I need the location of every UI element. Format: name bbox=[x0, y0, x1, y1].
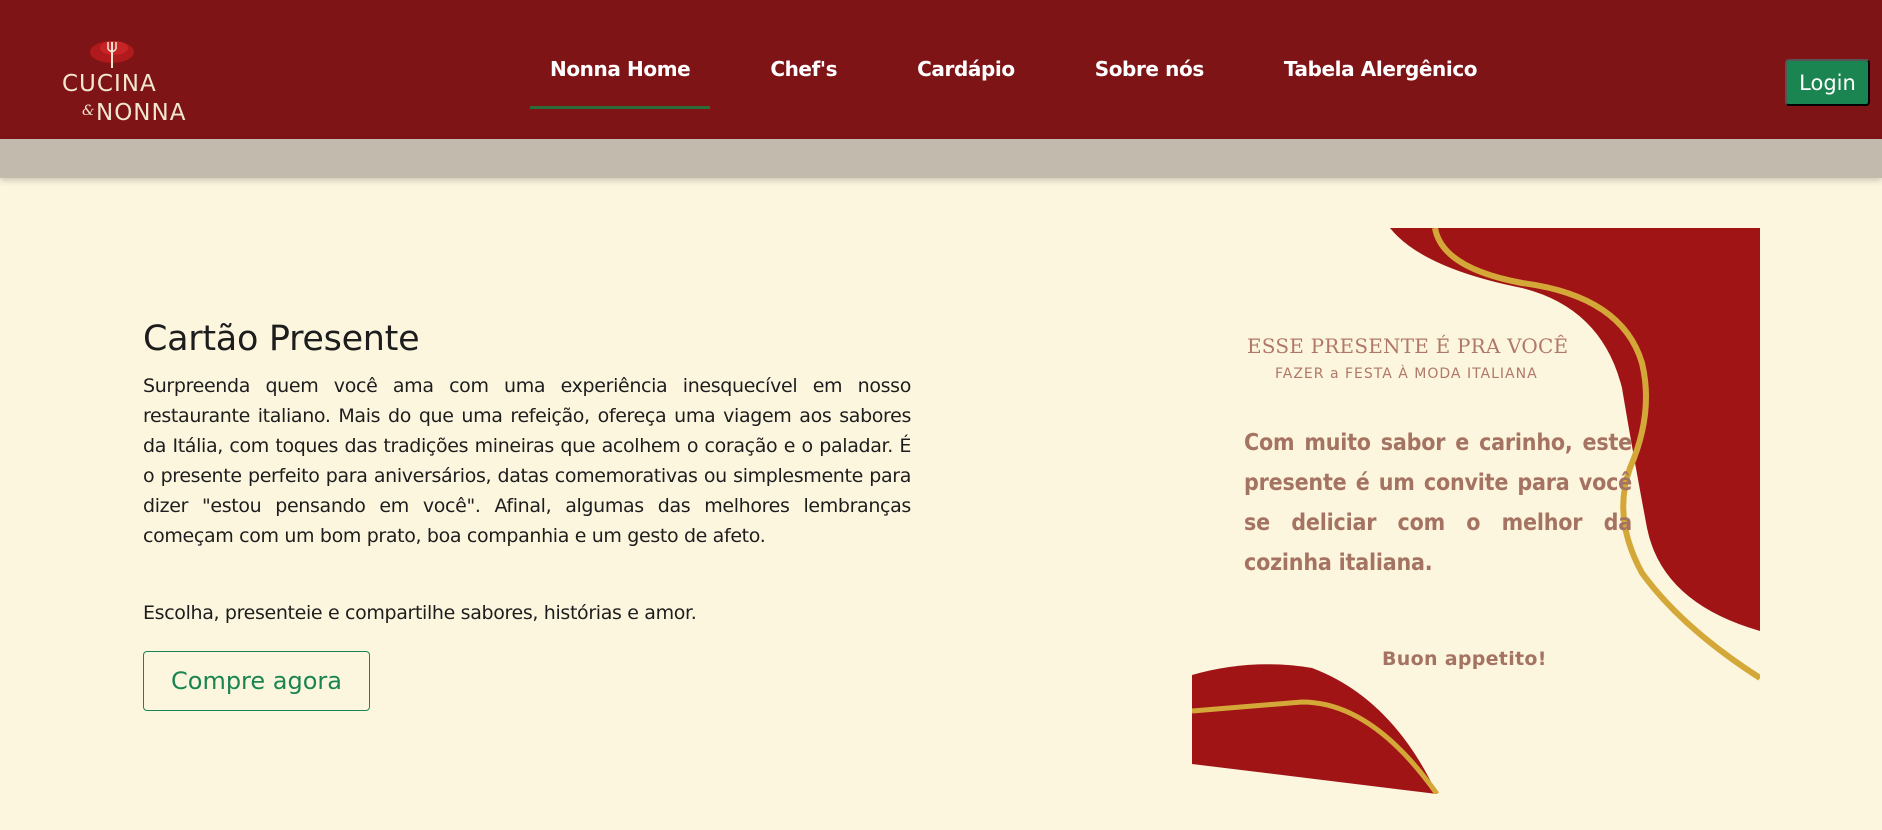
gift-card-image: ESSE PRESENTE É PRA VOCÊ FAZER a FESTA À… bbox=[1192, 228, 1760, 794]
card-subheading: FAZER a FESTA À MODA ITALIANA bbox=[1275, 366, 1538, 382]
header-divider-band bbox=[0, 139, 1882, 178]
svg-text:NONNA: NONNA bbox=[96, 100, 186, 126]
nav-item-cardapio[interactable]: Cardápio bbox=[897, 0, 1035, 139]
navbar: CUCINA & NONNA Nonna Home Chef's Cardápi… bbox=[0, 0, 1882, 139]
page-title: Cartão Presente bbox=[143, 319, 420, 359]
gift-tagline: Escolha, presenteie e compartilhe sabore… bbox=[143, 602, 697, 624]
main-nav: Nonna Home Chef's Cardápio Sobre nós Tab… bbox=[530, 0, 1537, 139]
card-message: Com muito sabor e carinho, este presente… bbox=[1244, 430, 1632, 576]
nav-item-sobre-nos[interactable]: Sobre nós bbox=[1075, 0, 1224, 139]
card-closing: Buon appetito! bbox=[1382, 648, 1547, 670]
card-heading: ESSE PRESENTE É PRA VOCÊ bbox=[1247, 334, 1569, 358]
svg-text:CUCINA: CUCINA bbox=[62, 71, 157, 97]
nav-item-nonna-home[interactable]: Nonna Home bbox=[530, 0, 711, 139]
logo-icon: CUCINA & NONNA bbox=[62, 41, 186, 126]
login-button[interactable]: Login bbox=[1785, 59, 1870, 106]
logo[interactable]: CUCINA & NONNA bbox=[58, 38, 190, 126]
nav-item-tabela-alergenico[interactable]: Tabela Alergênico bbox=[1264, 0, 1497, 139]
nav-item-chefs[interactable]: Chef's bbox=[750, 0, 857, 139]
svg-text:&: & bbox=[82, 103, 94, 119]
buy-now-button[interactable]: Compre agora bbox=[143, 651, 370, 711]
gift-description: Surpreenda quem você ama com uma experiê… bbox=[143, 375, 911, 547]
